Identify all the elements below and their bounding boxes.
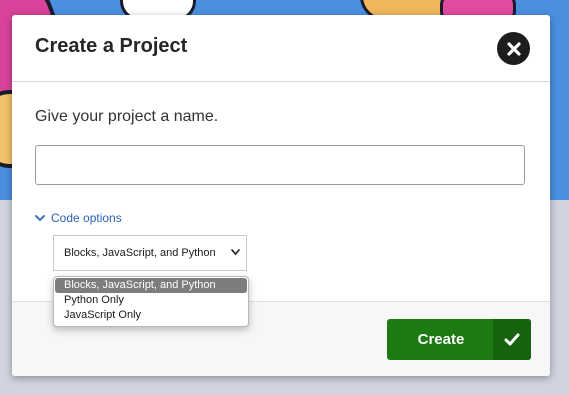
project-name-input[interactable] [35, 145, 525, 185]
language-select-value: Blocks, JavaScript, and Python [64, 247, 216, 259]
dropdown-option-blocks-js-python[interactable]: Blocks, JavaScript, and Python [55, 278, 247, 293]
dialog-header: Create a Project [12, 15, 550, 82]
dropdown-option-javascript-only[interactable]: JavaScript Only [54, 308, 248, 323]
chevron-down-icon [35, 214, 45, 221]
checkmark-icon [504, 333, 520, 346]
create-button-icon-area [493, 319, 531, 360]
close-button[interactable] [497, 32, 530, 65]
name-prompt: Give your project a name. [35, 108, 219, 125]
language-dropdown-list: Blocks, JavaScript, and Python Python On… [53, 276, 249, 327]
close-icon [506, 41, 521, 56]
dialog-title: Create a Project [35, 35, 188, 57]
create-button-label: Create [417, 331, 465, 348]
chevron-down-icon [231, 249, 240, 256]
code-options-label: Code options [51, 211, 122, 225]
code-options-toggle[interactable]: Code options [35, 211, 122, 225]
create-button[interactable]: Create [387, 319, 531, 360]
language-select[interactable]: Blocks, JavaScript, and Python [53, 235, 247, 271]
dropdown-option-python-only[interactable]: Python Only [54, 293, 248, 308]
